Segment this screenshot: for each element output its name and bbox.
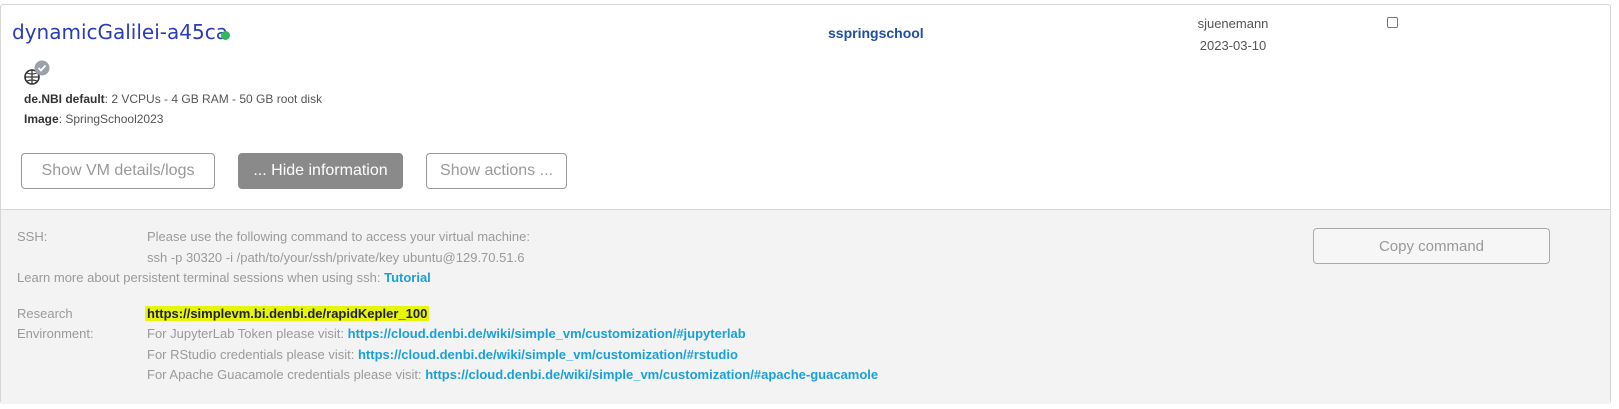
guacamole-link[interactable]: https://cloud.denbi.de/wiki/simple_vm/cu… [425, 367, 878, 382]
globe-check-icon [24, 60, 50, 85]
research-environment-link[interactable]: https://simplevm.bi.denbi.de/rapidKepler… [145, 306, 430, 321]
flavor-value: : 2 VCPUs - 4 GB RAM - 50 GB root disk [104, 92, 323, 106]
hide-information-button[interactable]: ... Hide information [238, 153, 403, 189]
project-name[interactable]: sspringschool [828, 25, 924, 41]
research-label: Research [17, 306, 73, 321]
jupyter-text: For JupyterLab Token please visit: [147, 326, 348, 341]
ssh-command: ssh -p 30320 -i /path/to/your/ssh/privat… [147, 250, 525, 265]
learn-more-text: Learn more about persistent terminal ses… [17, 270, 385, 285]
tutorial-link[interactable]: Tutorial [384, 270, 431, 285]
status-indicator [221, 31, 230, 40]
created-date: 2023-03-10 [1199, 38, 1267, 53]
guacamole-info: For Apache Guacamole credentials please … [147, 367, 878, 382]
copy-command-button[interactable]: Copy command [1313, 228, 1550, 264]
ssh-instructions: Please use the following command to acce… [147, 229, 530, 244]
flavor-label: de.NBI default [24, 92, 105, 106]
rstudio-link[interactable]: https://cloud.denbi.de/wiki/simple_vm/cu… [358, 347, 738, 362]
research-url-container: https://simplevm.bi.denbi.de/rapidKepler… [145, 306, 430, 321]
ssh-label: SSH: [17, 229, 48, 244]
rstudio-info: For RStudio credentials please visit: ht… [147, 347, 738, 362]
environment-label: Environment: [17, 326, 94, 341]
select-checkbox[interactable] [1387, 17, 1398, 28]
vm-summary: dynamicGalilei-a45ca sspringschool sjuen… [1, 5, 1610, 210]
guacamole-text: For Apache Guacamole credentials please … [147, 367, 426, 382]
jupyter-link[interactable]: https://cloud.denbi.de/wiki/simple_vm/cu… [348, 326, 746, 341]
rstudio-text: For RStudio credentials please visit: [147, 347, 358, 362]
image-info: Image: SpringSchool2023 [24, 112, 163, 126]
ssh-learn-more: Learn more about persistent terminal ses… [17, 270, 431, 285]
vm-name[interactable]: dynamicGalilei-a45ca [12, 20, 228, 44]
image-value: : SpringSchool2023 [58, 112, 164, 126]
owner-name: sjuenemann [1197, 16, 1269, 31]
flavor-info: de.NBI default: 2 VCPUs - 4 GB RAM - 50 … [24, 92, 322, 106]
image-label: Image [24, 112, 59, 126]
vm-card: dynamicGalilei-a45ca sspringschool sjuen… [0, 4, 1611, 404]
show-vm-details-button[interactable]: Show VM details/logs [21, 153, 215, 189]
show-actions-button[interactable]: Show actions ... [426, 153, 567, 189]
jupyter-info: For JupyterLab Token please visit: https… [147, 326, 746, 341]
vm-information-panel: SSH: Please use the following command to… [1, 209, 1610, 404]
